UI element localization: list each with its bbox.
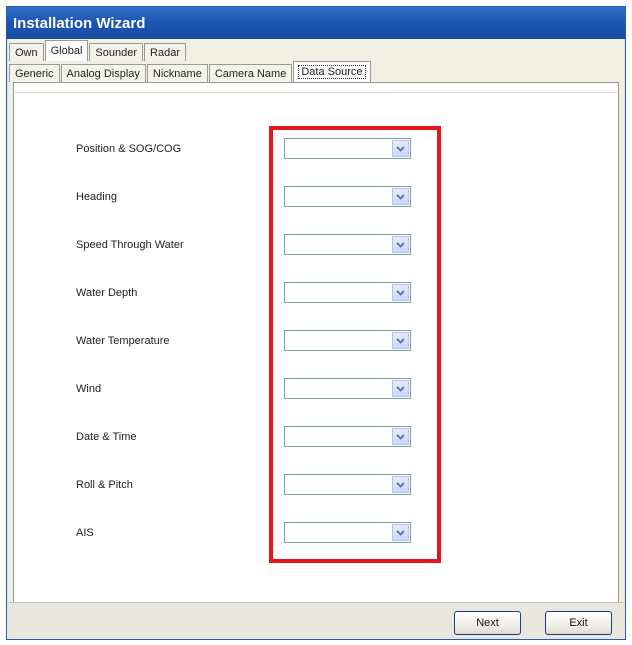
chevron-down-icon (396, 337, 405, 344)
field-label: Roll & Pitch (76, 479, 133, 491)
dropdown-button[interactable] (392, 140, 409, 157)
water-temperature-select[interactable] (284, 330, 411, 351)
position-sog-cog-select[interactable] (284, 138, 411, 159)
date-time-select[interactable] (284, 426, 411, 447)
field-wind: Wind (14, 378, 618, 402)
dropdown-button[interactable] (392, 236, 409, 253)
chevron-down-icon (396, 529, 405, 536)
title-bar: Installation Wizard (7, 7, 625, 39)
field-date-time: Date & Time (14, 426, 618, 450)
exit-button[interactable]: Exit (545, 611, 612, 635)
speed-through-water-select[interactable] (284, 234, 411, 255)
field-ais: AIS (14, 522, 618, 546)
installation-wizard-window: Installation Wizard Own Global Sounder R… (6, 6, 626, 640)
field-label: Position & SOG/COG (76, 143, 182, 155)
panel-divider (15, 92, 617, 93)
water-depth-select[interactable] (284, 282, 411, 303)
sub-tab-bar: Generic Analog Display Nickname Camera N… (9, 61, 372, 82)
field-water-temperature: Water Temperature (14, 330, 618, 354)
field-label: Water Depth (76, 287, 138, 299)
heading-select[interactable] (284, 186, 411, 207)
field-label: Speed Through Water (76, 239, 184, 251)
chevron-down-icon (396, 241, 405, 248)
next-button[interactable]: Next (454, 611, 521, 635)
tab-own[interactable]: Own (9, 43, 44, 61)
ais-select[interactable] (284, 522, 411, 543)
field-position-sog-cog: Position & SOG/COG (14, 138, 618, 162)
chevron-down-icon (396, 145, 405, 152)
tab-global[interactable]: Global (44, 40, 89, 61)
field-label: Wind (76, 383, 102, 395)
wind-select[interactable] (284, 378, 411, 399)
dropdown-button[interactable] (392, 476, 409, 493)
chevron-down-icon (396, 433, 405, 440)
chevron-down-icon (396, 193, 405, 200)
tab-analog-display[interactable]: Analog Display (60, 64, 146, 82)
dropdown-button[interactable] (392, 380, 409, 397)
chevron-down-icon (396, 481, 405, 488)
dropdown-button[interactable] (392, 524, 409, 541)
tab-nickname[interactable]: Nickname (146, 64, 208, 82)
field-label: Water Temperature (76, 335, 170, 347)
window-title: Installation Wizard (13, 14, 146, 32)
chevron-down-icon (396, 385, 405, 392)
tab-radar[interactable]: Radar (144, 43, 186, 61)
data-source-panel: Position & SOG/COG Heading Speed Through… (13, 82, 619, 604)
dropdown-button[interactable] (392, 284, 409, 301)
top-tab-bar: Own Global Sounder Radar (9, 40, 187, 61)
chevron-down-icon (396, 289, 405, 296)
field-speed-through-water: Speed Through Water (14, 234, 618, 258)
field-label: Date & Time (76, 431, 137, 443)
roll-pitch-select[interactable] (284, 474, 411, 495)
tab-camera-name[interactable]: Camera Name (208, 64, 293, 82)
dropdown-button[interactable] (392, 428, 409, 445)
field-label: Heading (76, 191, 117, 203)
dropdown-button[interactable] (392, 332, 409, 349)
field-roll-pitch: Roll & Pitch (14, 474, 618, 498)
field-heading: Heading (14, 186, 618, 210)
tab-data-source[interactable]: Data Source (293, 61, 371, 82)
tab-sounder[interactable]: Sounder (89, 43, 144, 61)
field-label: AIS (76, 527, 94, 539)
dropdown-button[interactable] (392, 188, 409, 205)
footer-bar: Next Exit (7, 602, 625, 639)
field-water-depth: Water Depth (14, 282, 618, 306)
tab-generic[interactable]: Generic (9, 64, 60, 82)
